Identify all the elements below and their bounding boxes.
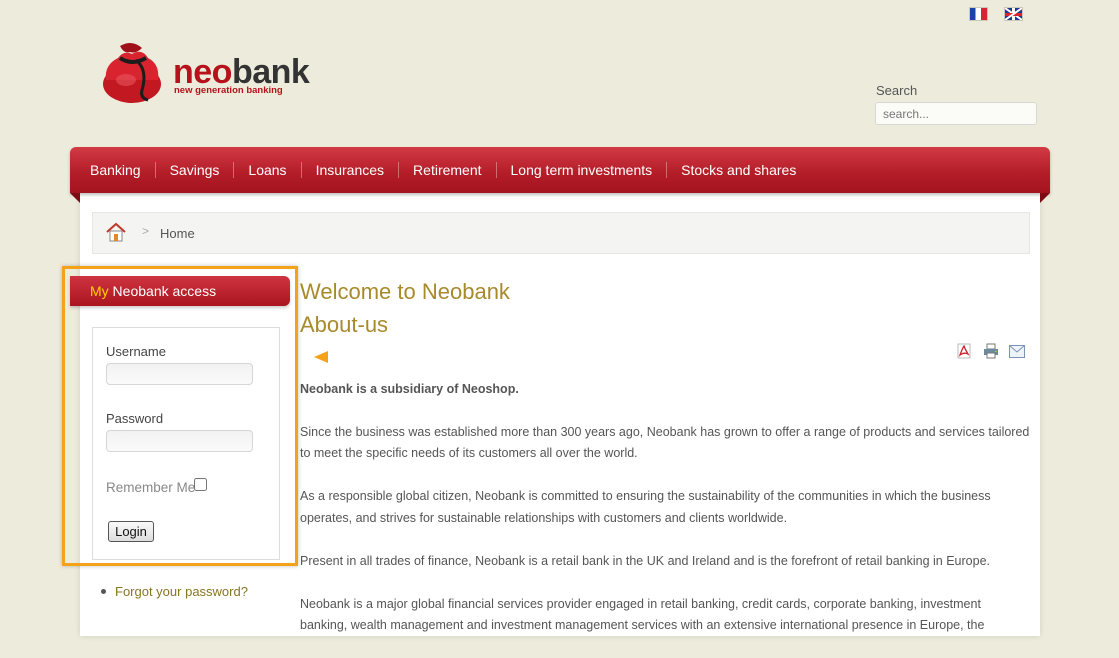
nav-item-stocks-and-shares[interactable]: Stocks and shares bbox=[666, 162, 810, 178]
forgot-password-link[interactable]: Forgot your password? bbox=[115, 584, 248, 599]
nav-item-loans[interactable]: Loans bbox=[233, 162, 300, 178]
article-paragraph: Since the business was established more … bbox=[300, 425, 1030, 461]
pdf-icon[interactable] bbox=[956, 343, 972, 359]
nav-item-long-term-investments[interactable]: Long term investments bbox=[495, 162, 667, 178]
fr-flag-icon[interactable] bbox=[970, 8, 987, 20]
nav-fold-right bbox=[1040, 193, 1050, 203]
uk-flag-icon[interactable] bbox=[1005, 8, 1022, 20]
home-icon[interactable] bbox=[105, 222, 127, 242]
nav-item-retirement[interactable]: Retirement bbox=[398, 162, 495, 178]
page-title: Welcome to Neobank bbox=[300, 279, 510, 304]
nav-item-banking[interactable]: Banking bbox=[76, 162, 155, 178]
main-nav: Banking Savings Loans Insurances Retirem… bbox=[70, 147, 1050, 193]
money-bag-logo-icon bbox=[103, 42, 161, 103]
breadcrumb-separator: > bbox=[142, 224, 150, 238]
logo-tagline: new generation banking bbox=[174, 85, 283, 96]
email-icon[interactable] bbox=[1009, 345, 1025, 358]
highlight-box bbox=[62, 266, 298, 566]
nav-item-insurances[interactable]: Insurances bbox=[300, 162, 398, 178]
search-label: Search bbox=[876, 83, 918, 98]
article-paragraph: Present in all trades of finance, Neoban… bbox=[300, 553, 990, 568]
nav-fold-left bbox=[70, 193, 80, 203]
article-paragraph: As a responsible global citizen, Neobank… bbox=[300, 489, 991, 525]
list-bullet bbox=[101, 589, 106, 594]
search-input[interactable] bbox=[875, 102, 1037, 125]
nav-item-savings[interactable]: Savings bbox=[154, 162, 234, 178]
article-lead: Neobank is a subsidiary of Neoshop. bbox=[300, 382, 519, 396]
page-subtitle: About-us bbox=[300, 312, 389, 337]
print-icon[interactable] bbox=[983, 343, 999, 359]
breadcrumb-home: Home bbox=[160, 226, 195, 241]
arrow-left-icon bbox=[314, 351, 484, 363]
article-paragraph: Neobank is a major global financial serv… bbox=[300, 596, 985, 633]
article-body: Neobank is a subsidiary of Neoshop. Sinc… bbox=[300, 379, 1030, 658]
breadcrumb bbox=[92, 212, 1030, 254]
